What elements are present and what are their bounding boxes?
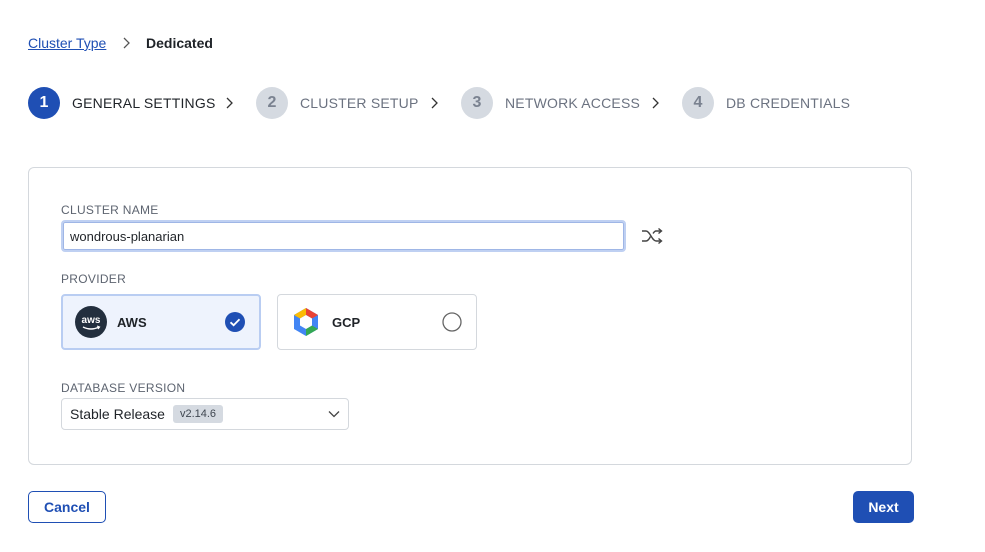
version-badge: v2.14.6: [172, 405, 224, 423]
step-number: 4: [682, 87, 714, 119]
chevron-right-icon: [431, 97, 438, 109]
provider-option-label: AWS: [117, 314, 147, 330]
cancel-button[interactable]: Cancel: [28, 491, 106, 523]
svg-text:aws: aws: [82, 315, 101, 326]
step-cluster-setup: 2 CLUSTER SETUP: [256, 87, 419, 119]
chevron-right-icon: [123, 37, 130, 49]
chevron-right-icon: [652, 97, 659, 109]
chevron-right-icon: [226, 97, 233, 109]
step-label: CLUSTER SETUP: [300, 95, 419, 111]
step-network-access: 3 NETWORK ACCESS: [461, 87, 640, 119]
provider-option-gcp[interactable]: GCP: [277, 294, 477, 350]
cluster-name-input[interactable]: [61, 220, 626, 252]
next-button[interactable]: Next: [853, 491, 914, 523]
aws-logo-icon: aws: [75, 306, 107, 338]
gcp-logo-icon: [294, 308, 318, 336]
step-label: GENERAL SETTINGS: [72, 95, 216, 111]
breadcrumb-current: Dedicated: [146, 35, 213, 51]
provider-option-label: GCP: [332, 314, 361, 330]
step-number: 1: [28, 87, 60, 119]
step-label: NETWORK ACCESS: [505, 95, 641, 111]
provider-option-aws[interactable]: aws AWS: [61, 294, 261, 350]
cluster-name-label: CLUSTER NAME: [61, 203, 159, 217]
step-db-credentials: 4 DB CREDENTIALS: [682, 87, 850, 119]
step-general-settings: 1 GENERAL SETTINGS: [28, 87, 216, 119]
database-version-value: Stable Release: [70, 406, 165, 422]
step-number: 3: [461, 87, 493, 119]
database-version-label: DATABASE VERSION: [61, 381, 186, 395]
radio-unselected-icon: [442, 312, 462, 332]
shuffle-icon[interactable]: [641, 227, 663, 245]
database-version-select[interactable]: Stable Release v2.14.6: [61, 398, 349, 430]
provider-label: PROVIDER: [61, 272, 127, 286]
breadcrumb-cluster-type-link[interactable]: Cluster Type: [28, 35, 106, 51]
chevron-down-icon: [328, 411, 340, 418]
step-number: 2: [256, 87, 288, 119]
step-label: DB CREDENTIALS: [726, 95, 851, 111]
check-circle-icon: [225, 312, 245, 332]
